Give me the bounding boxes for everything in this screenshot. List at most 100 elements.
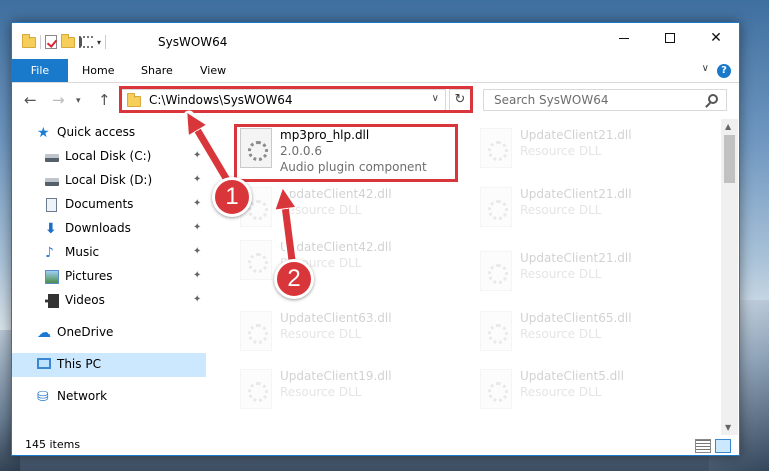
scroll-thumb[interactable] [724, 135, 735, 183]
pin-icon[interactable]: ✦ [193, 270, 201, 281]
sidebar-item-label: Local Disk (D:) [65, 173, 153, 187]
tiles-view-button[interactable] [715, 439, 731, 453]
network-icon: ⛁ [37, 389, 49, 405]
file-name: UpdateClient65.dll [520, 311, 632, 325]
documents-icon [46, 198, 57, 212]
file-tile[interactable]: UpdateClient63.dll Resource DLL [234, 307, 454, 359]
sidebar-item-label: OneDrive [57, 325, 114, 339]
minimize-button[interactable] [601, 23, 647, 53]
close-button[interactable]: ✕ [693, 23, 739, 53]
details-view-button[interactable] [695, 439, 711, 453]
up-button[interactable]: ↑ [98, 91, 111, 109]
disk-icon [45, 178, 59, 186]
sidebar-item-label: Videos [65, 293, 105, 307]
chevron-down-icon[interactable]: ▾ [97, 38, 101, 47]
navigation-pane: ★ Quick access Local Disk (C:) ✦ Local D… [12, 119, 206, 435]
file-tile[interactable]: UpdateClient21.dll Resource DLL [474, 124, 694, 176]
dll-file-icon [240, 369, 272, 409]
maximize-button[interactable] [647, 23, 693, 53]
properties-icon[interactable] [79, 36, 93, 48]
address-highlight-box [119, 86, 473, 113]
properties-check-icon[interactable] [45, 35, 57, 49]
tab-home[interactable]: Home [82, 59, 114, 82]
file-tile[interactable]: UpdateClient21.dll Resource DLL [474, 247, 694, 299]
window-controls: ✕ [601, 23, 739, 53]
quick-access-toolbar: ▾ [22, 33, 107, 49]
expand-ribbon-icon[interactable]: ∨ [702, 63, 709, 74]
sidebar-item-local-disk-c[interactable]: Local Disk (C:) ✦ [12, 145, 206, 169]
dll-file-icon [480, 128, 512, 168]
file-tile[interactable]: UpdateClient65.dll Resource DLL [474, 307, 694, 359]
sidebar-item-network[interactable]: ⛁ Network [12, 385, 206, 409]
file-tile[interactable]: UpdateClient19.dll Resource DLL [234, 365, 454, 417]
dll-file-icon [480, 187, 512, 227]
scroll-down-icon[interactable]: ▼ [725, 423, 731, 432]
search-input[interactable]: Search SysWOW64 [483, 89, 727, 111]
sidebar-item-label: This PC [57, 357, 101, 371]
sidebar-item-music[interactable]: ♪ Music ✦ [12, 241, 206, 265]
file-name: UpdateClient19.dll [280, 369, 392, 383]
sidebar-item-this-pc[interactable]: This PC [12, 353, 206, 377]
file-tile[interactable]: UpdateClient42.dll Resource DLL [234, 236, 454, 288]
window-title: SysWOW64 [158, 35, 228, 49]
file-name: UpdateClient21.dll [520, 251, 632, 265]
tab-share[interactable]: Share [141, 59, 173, 82]
tab-view[interactable]: View [200, 59, 226, 82]
vertical-scrollbar[interactable]: ▲ ▼ [721, 119, 738, 435]
sidebar-item-documents[interactable]: Documents ✦ [12, 193, 206, 217]
step-1-badge: 1 [212, 177, 252, 217]
new-folder-icon[interactable] [61, 33, 75, 48]
divider [105, 35, 107, 49]
videos-icon [45, 294, 59, 308]
file-type: Resource DLL [280, 327, 362, 341]
status-bar: 145 items [12, 435, 739, 455]
sidebar-item-label: Network [57, 389, 108, 403]
file-highlight-box [234, 124, 458, 182]
tab-file[interactable]: File [12, 59, 68, 82]
pin-icon[interactable]: ✦ [193, 174, 201, 185]
dll-file-icon [480, 369, 512, 409]
sidebar-item-label: Documents [65, 197, 134, 211]
file-type: Resource DLL [520, 385, 602, 399]
sidebar-item-onedrive[interactable]: ☁ OneDrive [12, 321, 206, 345]
pin-icon[interactable]: ✦ [193, 198, 201, 209]
file-tile[interactable]: UpdateClient5.dll Resource DLL [474, 365, 694, 417]
minimize-icon [619, 37, 629, 39]
pin-icon[interactable]: ✦ [193, 222, 201, 233]
pictures-icon [45, 270, 59, 284]
navigation-bar: ← → ▾ ↑ C:\Windows\SysWOW64 ∨ ↻ Search S… [12, 83, 739, 117]
dll-file-icon [240, 311, 272, 351]
sidebar-item-quick-access[interactable]: ★ Quick access [12, 121, 206, 145]
folder-icon [22, 33, 36, 48]
ribbon-tabs: File Home Share View ∨ ? [12, 59, 739, 83]
sidebar-item-label: Quick access [57, 125, 136, 139]
sidebar-item-videos[interactable]: Videos ✦ [12, 289, 206, 313]
file-name: UpdateClient21.dll [520, 187, 632, 201]
file-name: UpdateClient5.dll [520, 369, 624, 383]
disk-icon [45, 154, 59, 162]
file-name: UpdateClient63.dll [280, 311, 392, 325]
pin-icon[interactable]: ✦ [193, 150, 201, 161]
forward-button[interactable]: → [52, 91, 65, 109]
sidebar-item-downloads[interactable]: ⬇ Downloads ✦ [12, 217, 206, 241]
file-tile[interactable]: UpdateClient21.dll Resource DLL [474, 183, 694, 235]
explorer-window: ▾ SysWOW64 ✕ File Home Share View ∨ ? ← … [11, 22, 740, 456]
dll-file-icon [480, 251, 512, 291]
sidebar-item-pictures[interactable]: Pictures ✦ [12, 265, 206, 289]
search-placeholder: Search SysWOW64 [494, 93, 609, 107]
file-tile[interactable]: UpdateClient42.dll Resource DLL [234, 183, 454, 235]
sidebar-item-label: Downloads [65, 221, 131, 235]
maximize-icon [665, 33, 675, 43]
download-icon: ⬇ [45, 221, 57, 237]
scroll-up-icon[interactable]: ▲ [725, 122, 731, 131]
file-name: UpdateClient42.dll [280, 240, 392, 254]
file-name: UpdateClient21.dll [520, 128, 632, 142]
pin-icon[interactable]: ✦ [193, 294, 201, 305]
sidebar-item-local-disk-d[interactable]: Local Disk (D:) ✦ [12, 169, 206, 193]
help-icon[interactable]: ? [717, 64, 731, 78]
recent-locations-icon[interactable]: ▾ [76, 96, 81, 106]
pin-icon[interactable]: ✦ [193, 246, 201, 257]
file-type: Resource DLL [520, 144, 602, 158]
star-icon: ★ [37, 125, 50, 141]
back-button[interactable]: ← [24, 91, 37, 109]
